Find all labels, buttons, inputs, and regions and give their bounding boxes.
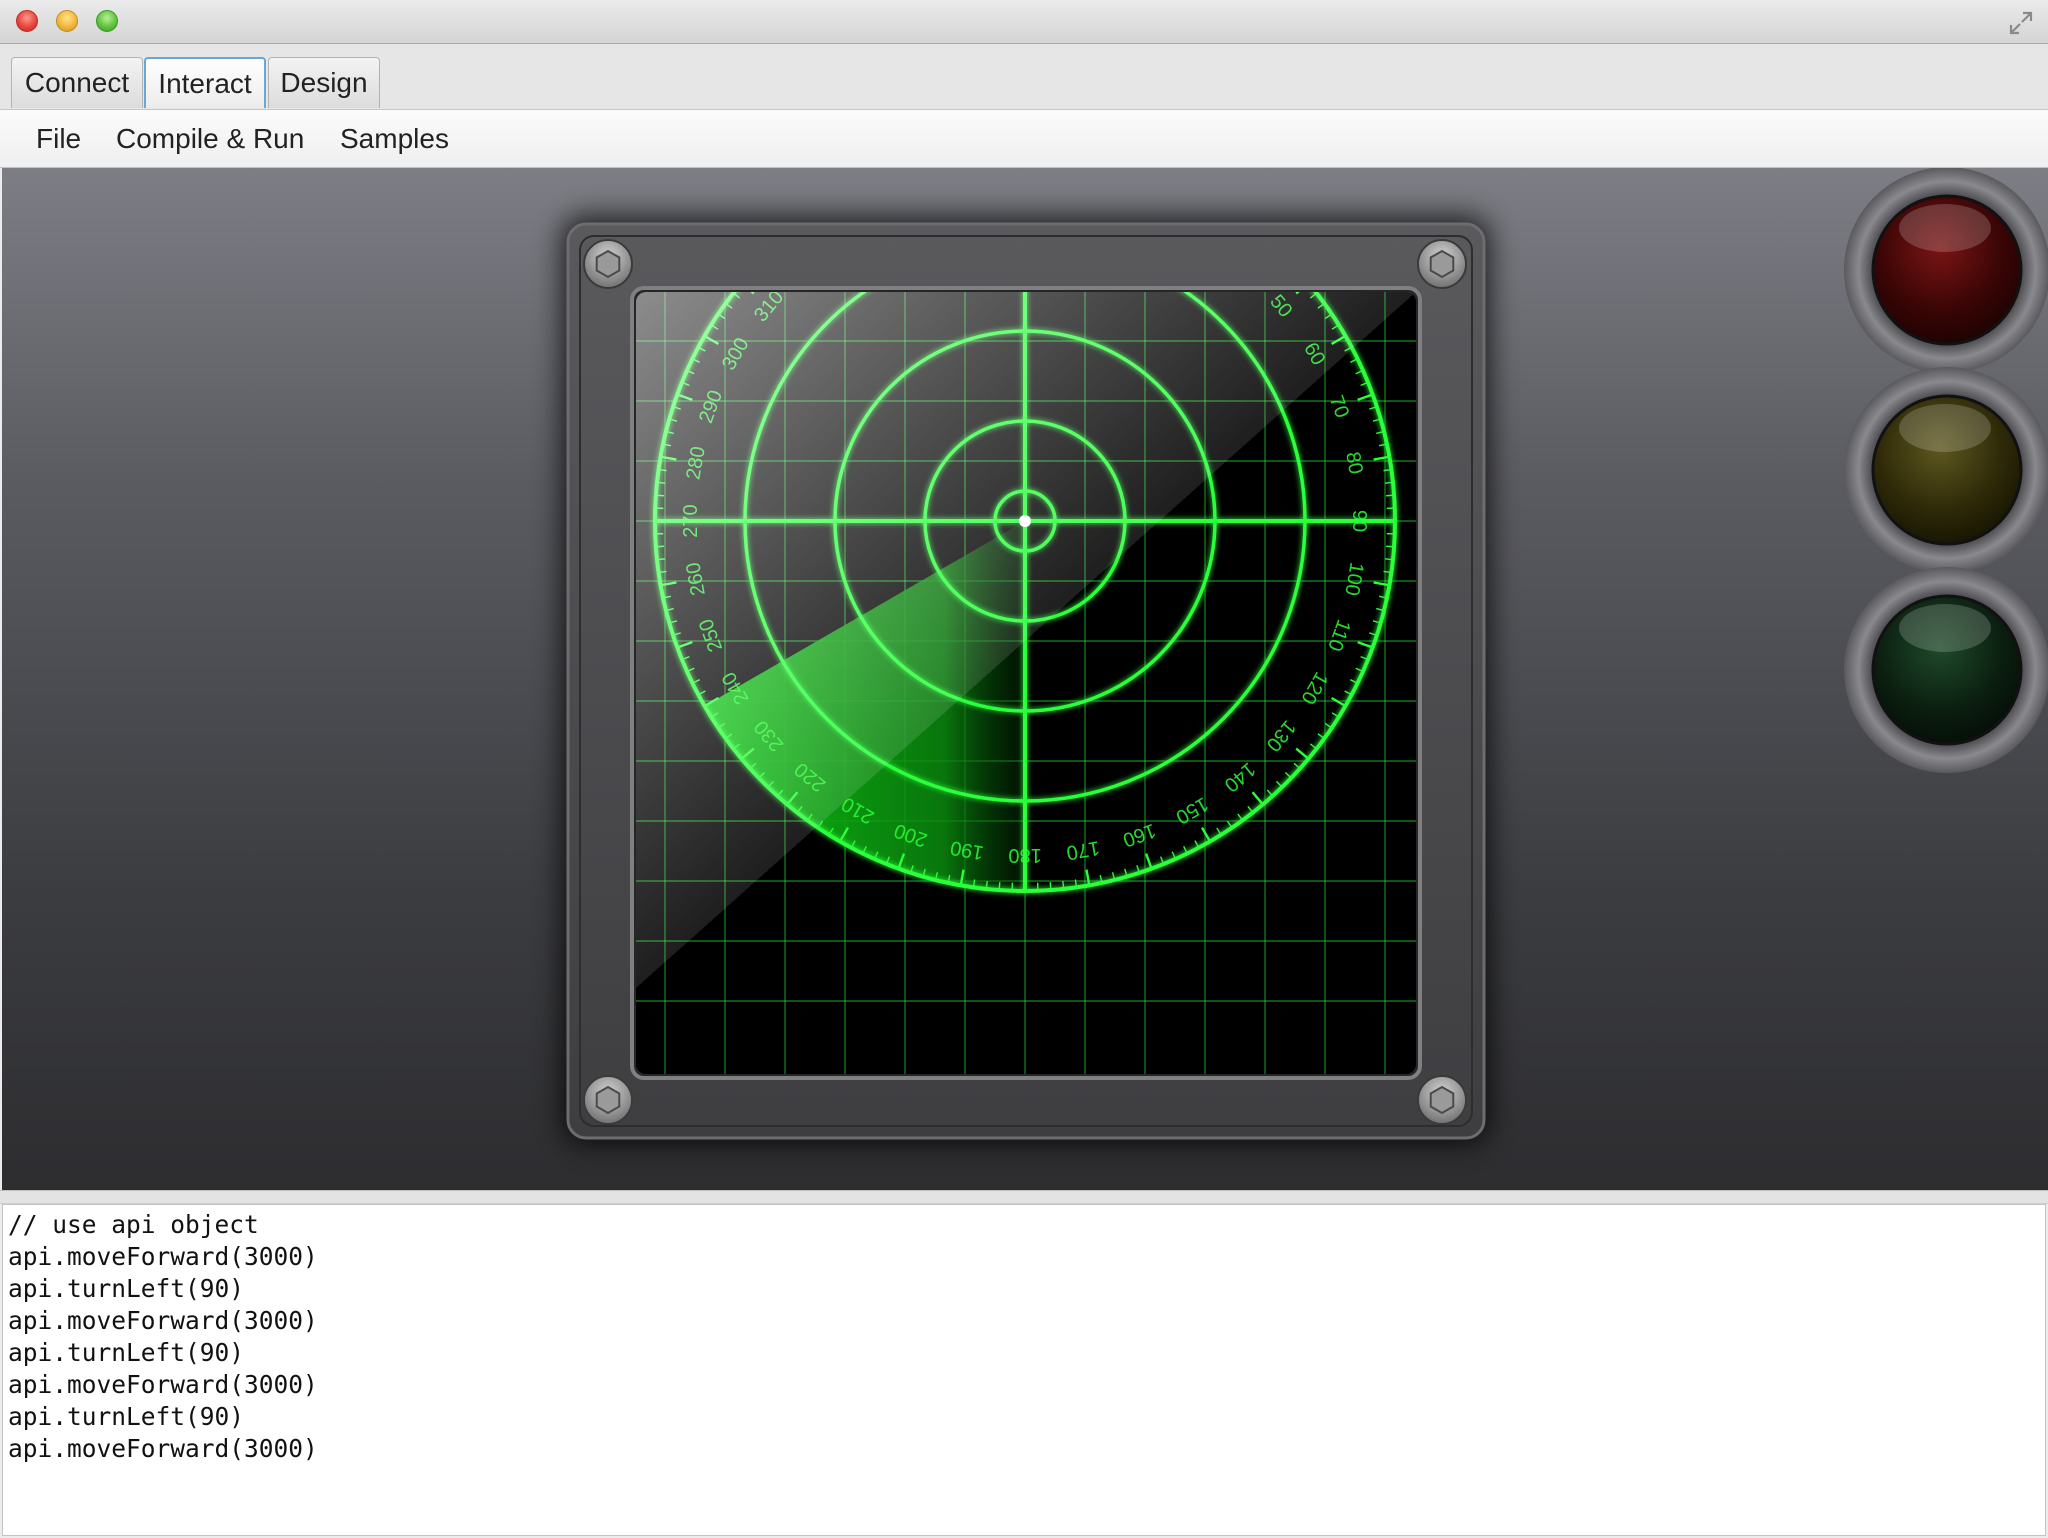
screw-hex-socket: [595, 249, 621, 279]
bearing-label: 90: [1348, 510, 1370, 532]
hex-screw-icon: [583, 1075, 633, 1125]
light-highlight: [1899, 404, 1991, 452]
bearing-tick: [851, 194, 855, 201]
tab-label: Design: [280, 67, 368, 98]
code-line[interactable]: api.moveForward(3000): [8, 1433, 318, 1465]
bearing-tick: [998, 882, 1001, 891]
robot-display-area: 0102030405060708090100110120130140150160…: [2, 168, 2048, 1190]
tab-connect[interactable]: Connect: [11, 57, 143, 108]
bearing-tick: [935, 168, 937, 170]
tab-bar: Connect Interact Design: [0, 44, 2048, 110]
bearing-tick: [863, 188, 867, 195]
bearing-tick: [1125, 168, 1127, 173]
bearing-tick: [1384, 558, 1394, 561]
hex-screw-icon: [1417, 1075, 1467, 1125]
radar-screen: 0102030405060708090100110120130140150160…: [636, 168, 1416, 1074]
code-line[interactable]: api.turnLeft(90): [8, 1273, 244, 1305]
bearing-label: 10: [1070, 179, 1096, 205]
bearing-tick: [1172, 183, 1175, 190]
radar-canvas: 0102030405060708090100110120130140150160…: [562, 168, 2048, 1144]
code-line[interactable]: api.turnLeft(90): [8, 1401, 244, 1433]
menu-compile-run[interactable]: Compile & Run: [116, 123, 304, 155]
split-pane-divider[interactable]: [0, 1190, 2048, 1204]
bearing-tick: [911, 169, 913, 177]
bearing-label: 350: [949, 178, 986, 205]
bearing-tick: [1217, 207, 1221, 214]
bearing-tick: [1049, 882, 1052, 891]
menu-bar: File Compile & Run Samples: [0, 110, 2048, 168]
bearing-tick: [985, 880, 988, 890]
hex-screw-icon: [1417, 239, 1467, 289]
bearing-tick: [829, 207, 833, 214]
bearing-tick: [1113, 168, 1115, 170]
bearing-tick: [1386, 545, 1395, 548]
bearing-tick: [1146, 173, 1151, 188]
bearing-tick: [961, 168, 964, 172]
bearing-tick: [886, 178, 889, 185]
bearing-tick: [1161, 178, 1164, 185]
bearing-tick: [898, 173, 903, 188]
code-line[interactable]: api.turnLeft(90): [8, 1337, 244, 1369]
code-line[interactable]: api.moveForward(3000): [8, 1369, 318, 1401]
bearing-tick: [923, 168, 925, 173]
minimize-button[interactable]: [56, 10, 78, 32]
yellow-light: [1844, 367, 2048, 573]
hex-screw-icon: [583, 239, 633, 289]
bearing-tick: [840, 201, 848, 215]
green-light: [1844, 567, 2048, 773]
light-highlight: [1899, 204, 1991, 252]
code-editor[interactable]: // use api object api.moveForward(3000) ap…: [2, 1204, 2046, 1536]
bearing-tick: [1386, 494, 1395, 497]
screw-hex-socket: [1429, 249, 1455, 279]
window-title-bar: [0, 0, 2048, 44]
tab-label: Interact: [158, 67, 252, 99]
bearing-tick: [1137, 169, 1139, 177]
fullscreen-arrows-icon[interactable]: [2008, 10, 2034, 36]
bearing-tick: [1195, 194, 1199, 201]
bearing-tick: [1062, 880, 1065, 890]
light-highlight: [1899, 604, 1991, 652]
bearing-tick: [1384, 481, 1394, 484]
tab-interact[interactable]: Interact: [144, 57, 266, 108]
code-line[interactable]: api.moveForward(3000): [8, 1305, 318, 1337]
screw-hex-socket: [1429, 1085, 1455, 1115]
bearing-tick: [1184, 188, 1188, 195]
bearing-label: 180: [1008, 844, 1041, 866]
tab-design[interactable]: Design: [268, 57, 380, 108]
bearing-tick: [1202, 201, 1210, 215]
bearing-tick: [875, 183, 878, 190]
code-line[interactable]: // use api object: [8, 1209, 259, 1241]
bearing-label: 80: [1341, 450, 1367, 476]
close-button[interactable]: [16, 10, 38, 32]
tab-label: Connect: [24, 67, 130, 98]
screw-hex-socket: [595, 1085, 621, 1115]
maximize-button[interactable]: [96, 10, 118, 32]
menu-file[interactable]: File: [36, 123, 81, 155]
bearing-label: 0: [1019, 176, 1030, 198]
bearing-tick: [1086, 168, 1089, 172]
menu-samples[interactable]: Samples: [340, 123, 449, 155]
red-light: [1844, 168, 2048, 373]
code-line[interactable]: api.moveForward(3000): [8, 1241, 318, 1273]
